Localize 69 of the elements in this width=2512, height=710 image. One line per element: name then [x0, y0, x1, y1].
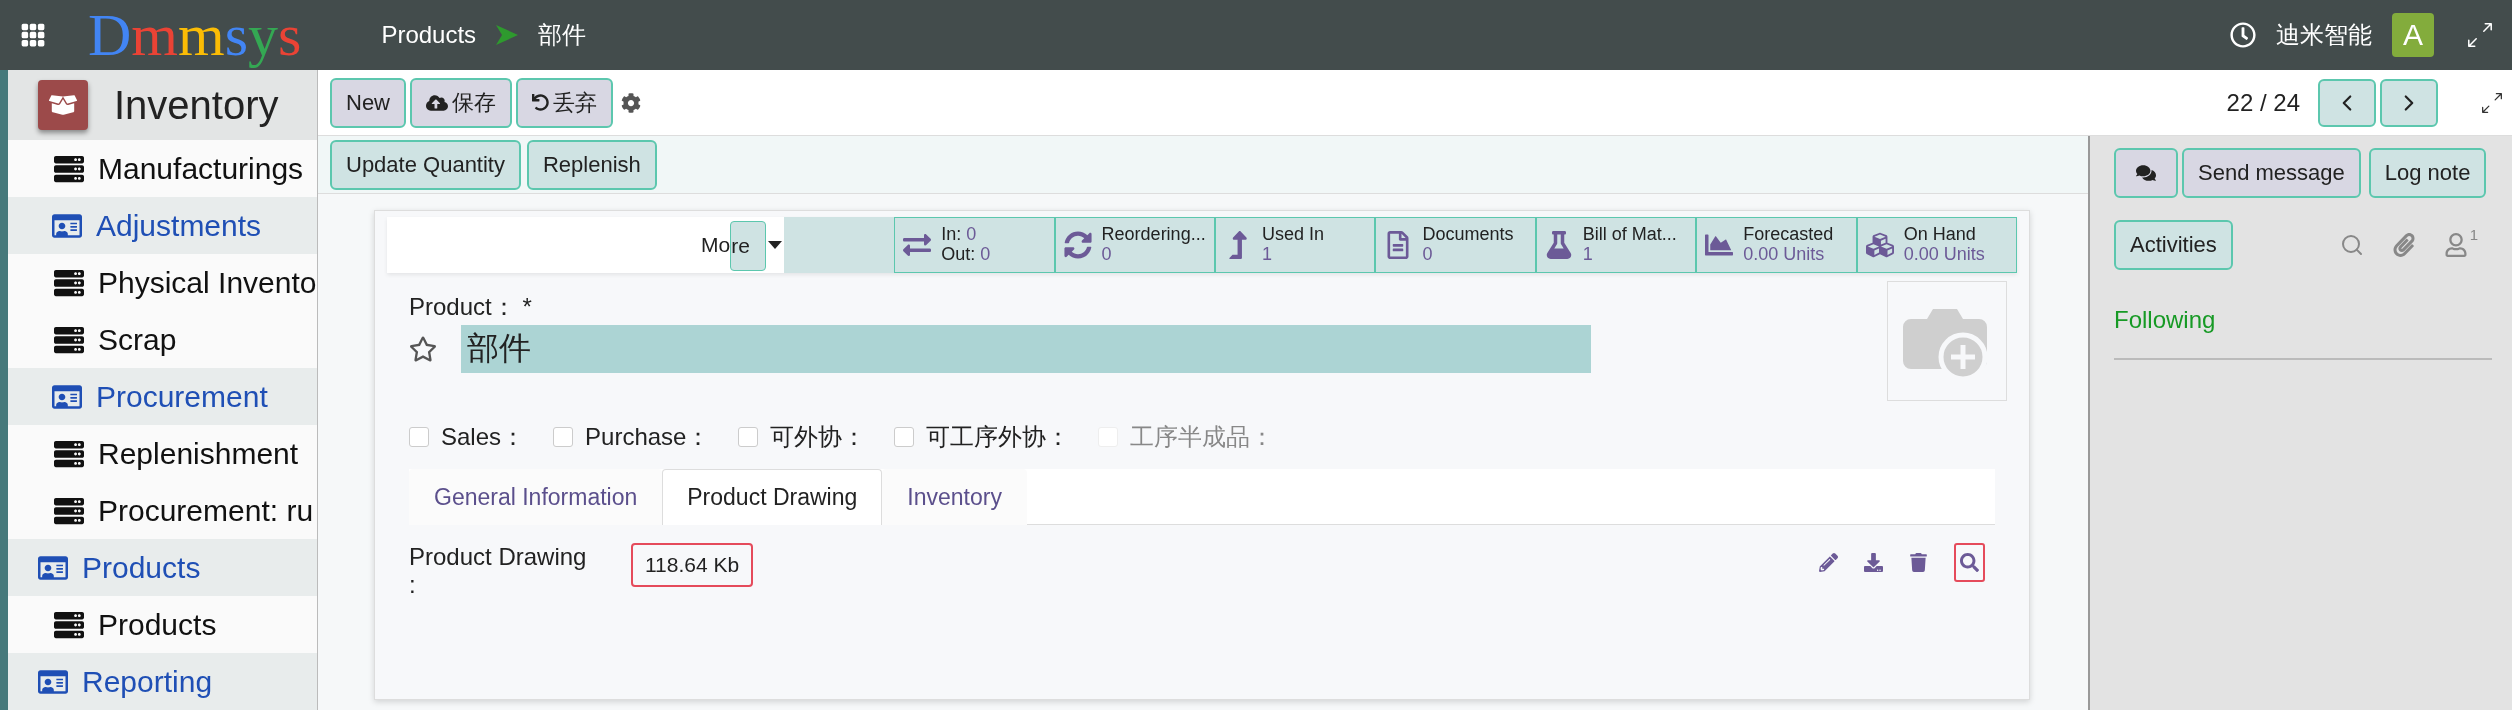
sidebar-item[interactable]: Reporting	[8, 653, 317, 710]
option-checkbox[interactable]: 可外协：	[738, 421, 867, 453]
download-icon	[1864, 553, 1883, 572]
breadcrumb-item[interactable]: Products	[381, 21, 477, 49]
list-icon	[54, 609, 84, 640]
activities-button[interactable]: Activities	[2114, 220, 2233, 270]
clock-icon[interactable]	[2230, 22, 2256, 48]
caret-icon	[768, 241, 783, 249]
stat-button[interactable]: On Hand 0.00 Units	[1856, 217, 2018, 273]
fullscreen-icon[interactable]	[2468, 23, 2492, 47]
list-icon	[54, 267, 84, 298]
option-checkbox[interactable]: Purchase：	[553, 421, 711, 453]
stat-button[interactable]: Forecasted 0.00 Units	[1696, 217, 1857, 273]
delete-button[interactable]	[1909, 553, 1928, 572]
option-checkbox[interactable]: Sales：	[409, 421, 526, 453]
triangle-icon	[496, 25, 519, 45]
edit-button[interactable]	[1819, 553, 1838, 572]
option-checkbox[interactable]: 可工序外协：	[894, 421, 1071, 453]
search-icon[interactable]	[2339, 233, 2364, 257]
download-button[interactable]	[1864, 553, 1883, 572]
colon-text: :	[409, 571, 417, 599]
pencil-icon	[1819, 553, 1838, 572]
stat-button[interactable]: Documents 0	[1375, 217, 1536, 273]
chat-button[interactable]	[2114, 148, 2178, 198]
apps-grid-icon[interactable]	[20, 22, 46, 48]
save-button[interactable]: 保存	[410, 77, 512, 128]
sidebar-item[interactable]: Procurement	[8, 368, 317, 425]
list-icon	[54, 153, 84, 184]
action-button[interactable]: Update Quantity	[330, 139, 521, 190]
cubes-icon	[1865, 231, 1894, 259]
new-button[interactable]: New	[330, 77, 406, 128]
action-button[interactable]: Replenish	[527, 139, 657, 190]
expand-icon[interactable]	[2482, 92, 2502, 113]
refresh-icon	[1063, 231, 1092, 259]
stat-button[interactable]: Used In 1	[1215, 217, 1376, 273]
sidebar-item[interactable]: Adjustments	[8, 197, 317, 254]
field-label: Product Drawing	[409, 543, 588, 571]
field-label: Product： *	[409, 292, 533, 322]
stat-button[interactable]: Reordering... 0	[1054, 217, 1215, 273]
pager-counter: 22 / 24	[2226, 88, 2300, 117]
tab[interactable]: Inventory	[882, 469, 1027, 525]
list-icon	[54, 495, 84, 526]
product-name-field[interactable]: 部件	[461, 325, 1591, 373]
app-title: Inventory	[114, 82, 279, 128]
breadcrumb-item: 部件	[538, 20, 587, 50]
sidebar-item[interactable]: Products	[8, 539, 317, 596]
send-message-button[interactable]: Send message	[2182, 148, 2361, 198]
tab[interactable]: General Information	[409, 469, 663, 525]
flask-icon	[1544, 231, 1573, 259]
log-note-button[interactable]: Log note	[2368, 148, 2487, 198]
stat-button[interactable]: In: 0 Out: 0	[894, 217, 1055, 273]
paperclip-icon[interactable]	[2391, 233, 2416, 257]
arrows-icon	[903, 231, 932, 259]
list-icon	[54, 324, 84, 355]
settings-icon[interactable]	[621, 92, 641, 113]
chat-bubbles-icon	[2136, 163, 2156, 183]
company-name[interactable]: 迪米智能	[2276, 19, 2372, 51]
discard-button[interactable]: 丢弃	[516, 77, 613, 128]
search-icon	[1960, 553, 1979, 572]
tab[interactable]: Product Drawing	[662, 469, 883, 525]
file-size-value: 118.64 Kb	[631, 543, 754, 587]
star-icon[interactable]	[409, 335, 437, 363]
person-icon	[2443, 233, 2468, 257]
trash-icon	[1909, 553, 1928, 572]
box-app-icon	[38, 80, 88, 130]
undo-icon	[532, 94, 549, 111]
list-icon	[54, 438, 84, 469]
stat-button[interactable]: Bill of Mat... 1	[1535, 217, 1697, 273]
search-button[interactable]	[1954, 543, 1985, 582]
